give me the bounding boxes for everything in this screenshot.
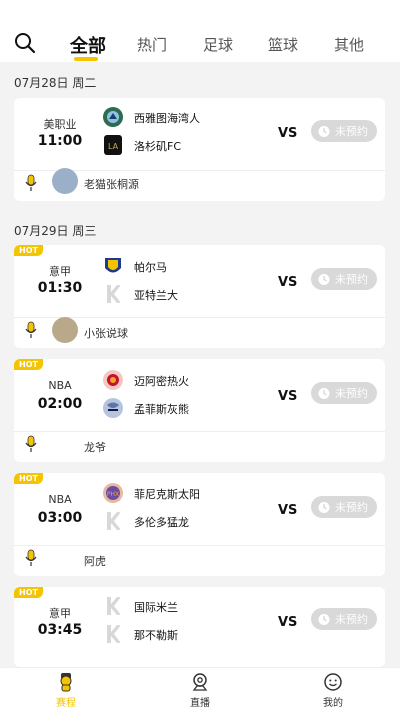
tab-football[interactable]: 足球 xyxy=(203,34,233,55)
tab-basketball[interactable]: 篮球 xyxy=(268,34,298,55)
match-card[interactable]: HOT 意甲 01:30 帕尔马 亚特兰大 VS 未预约 小张说球 xyxy=(14,245,385,348)
nav-profile[interactable]: 我的 xyxy=(303,672,363,709)
bottom-nav: 赛程 直播 我的 xyxy=(0,667,400,713)
league-label: NBA xyxy=(48,493,72,506)
anchor-name: 小张说球 xyxy=(84,327,128,340)
reserve-label: 未预约 xyxy=(335,501,368,514)
home-team: 国际米兰 xyxy=(134,601,178,614)
top-nav: 全部 热门 足球 篮球 其他 xyxy=(0,0,400,62)
hot-badge: HOT xyxy=(14,473,43,484)
smiley-icon xyxy=(324,673,342,691)
microphone-icon xyxy=(25,435,37,452)
team-logo-icon xyxy=(107,285,121,303)
hot-badge: HOT xyxy=(14,245,43,256)
hot-badge: HOT xyxy=(14,359,43,370)
reserve-button[interactable]: 未预约 xyxy=(311,382,377,404)
away-team: 孟菲斯灰熊 xyxy=(134,403,189,416)
alarm-clock-icon xyxy=(318,614,330,625)
team-logo-icon xyxy=(107,597,121,615)
team-logo-icon xyxy=(103,107,123,127)
team-logo-icon xyxy=(103,398,123,418)
league-label: 美职业 xyxy=(43,118,77,131)
alarm-clock-icon xyxy=(318,502,330,513)
reserve-button[interactable]: 未预约 xyxy=(311,496,377,518)
away-team: 那不勒斯 xyxy=(134,629,178,642)
team-logo-icon xyxy=(107,625,121,643)
microphone-icon xyxy=(25,549,37,566)
vs-label: VS xyxy=(278,126,298,141)
svg-text:PHX: PHX xyxy=(107,491,119,498)
match-time: 02:00 xyxy=(37,396,83,412)
tab-hot[interactable]: 热门 xyxy=(137,34,167,55)
anchor-name: 龙爷 xyxy=(84,441,106,454)
alarm-clock-icon xyxy=(318,274,330,285)
date-header: 07月29日 周三 xyxy=(14,224,97,238)
match-card[interactable]: 美职业 11:00 西雅图海湾人 LA 洛杉矶FC VS 未预约 老猫张桐源 xyxy=(14,98,385,201)
team-logo-icon: LA xyxy=(104,135,122,155)
avatar xyxy=(52,317,78,343)
nav-live[interactable]: 直播 xyxy=(170,672,230,709)
microphone-icon xyxy=(25,174,37,191)
vs-label: VS xyxy=(278,503,298,518)
team-logo-icon: PHX xyxy=(103,483,123,503)
divider xyxy=(14,431,385,432)
team-logo-icon xyxy=(107,512,121,530)
schedule-mascot-icon xyxy=(60,673,72,692)
nav-label: 我的 xyxy=(323,698,343,709)
webcam-icon xyxy=(192,673,208,691)
reserve-button[interactable]: 未预约 xyxy=(311,608,377,630)
home-team: 帕尔马 xyxy=(134,261,167,274)
match-time: 01:30 xyxy=(37,280,83,296)
anchor-name: 老猫张桐源 xyxy=(84,178,139,191)
match-time: 03:45 xyxy=(37,622,83,638)
match-card[interactable]: HOT NBA 03:00 PHX 菲尼克斯太阳 多伦多猛龙 VS 未预约 阿虎 xyxy=(14,473,385,576)
nav-label: 赛程 xyxy=(56,698,76,709)
reserve-button[interactable]: 未预约 xyxy=(311,268,377,290)
search-icon[interactable] xyxy=(14,32,36,54)
away-team: 洛杉矶FC xyxy=(134,140,182,153)
home-team: 迈阿密热火 xyxy=(134,375,189,388)
match-card[interactable]: HOT NBA 02:00 迈阿密热火 孟菲斯灰熊 VS 未预约 龙爷 xyxy=(14,359,385,462)
team-logo-icon xyxy=(103,370,123,390)
match-card[interactable]: HOT 意甲 03:45 国际米兰 那不勒斯 VS 未预约 xyxy=(14,587,385,667)
alarm-clock-icon xyxy=(318,126,330,137)
league-label: 意甲 xyxy=(49,607,71,620)
alarm-clock-icon xyxy=(318,388,330,399)
away-team: 亚特兰大 xyxy=(134,289,178,302)
svg-text:LA: LA xyxy=(108,142,119,151)
match-time: 11:00 xyxy=(37,133,83,149)
league-label: NBA xyxy=(48,379,72,392)
vs-label: VS xyxy=(278,275,298,290)
home-team: 菲尼克斯太阳 xyxy=(134,488,200,501)
reserve-label: 未预约 xyxy=(335,387,368,400)
vs-label: VS xyxy=(278,389,298,404)
hot-badge: HOT xyxy=(14,587,43,598)
reserve-button[interactable]: 未预约 xyxy=(311,120,377,142)
match-time: 03:00 xyxy=(37,510,83,526)
team-logo-icon xyxy=(105,258,121,273)
league-label: 意甲 xyxy=(49,265,71,278)
home-team: 西雅图海湾人 xyxy=(134,112,200,125)
nav-schedule[interactable]: 赛程 xyxy=(36,672,96,709)
divider xyxy=(14,545,385,546)
avatar xyxy=(52,168,78,194)
vs-label: VS xyxy=(278,615,298,630)
reserve-label: 未预约 xyxy=(335,125,368,138)
reserve-label: 未预约 xyxy=(335,613,368,626)
date-header: 07月28日 周二 xyxy=(14,76,97,90)
tab-all[interactable]: 全部 xyxy=(70,32,106,58)
reserve-label: 未预约 xyxy=(335,273,368,286)
away-team: 多伦多猛龙 xyxy=(134,516,189,529)
active-tab-indicator xyxy=(74,57,98,61)
nav-label: 直播 xyxy=(190,698,210,709)
anchor-name: 阿虎 xyxy=(84,555,106,568)
tab-other[interactable]: 其他 xyxy=(334,34,364,55)
microphone-icon xyxy=(25,321,37,338)
